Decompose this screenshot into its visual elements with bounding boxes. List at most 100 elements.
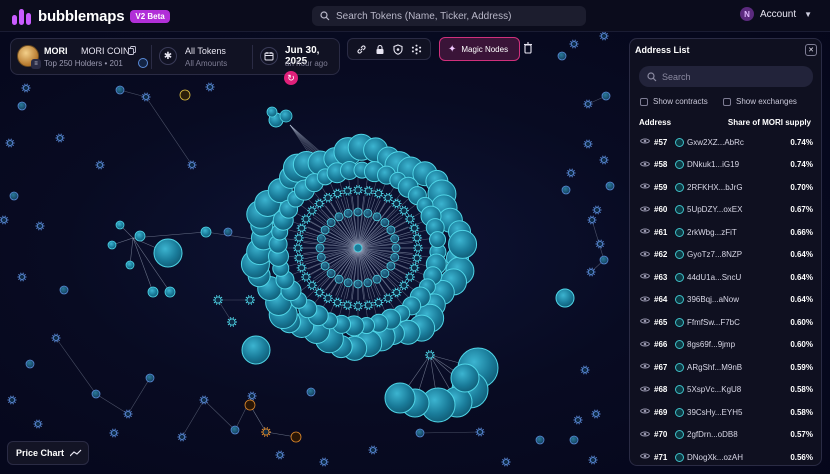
holder-address[interactable]: 5XspVc...KgU8	[687, 385, 741, 394]
table-row[interactable]: #58 DNkuk1...iG19 0.74%	[630, 154, 821, 177]
holder-bubble[interactable]	[429, 231, 447, 249]
contract-node[interactable]	[398, 205, 409, 216]
contract-node[interactable]	[51, 333, 61, 343]
contract-node[interactable]	[187, 160, 197, 170]
contract-node[interactable]	[245, 295, 255, 305]
holder-bubble[interactable]	[599, 255, 609, 265]
holder-address[interactable]: 2rkWbg...zFiT	[687, 228, 737, 237]
contract-node[interactable]	[412, 233, 423, 243]
trash-icon[interactable]	[521, 40, 534, 56]
contract-node[interactable]	[17, 272, 27, 282]
holder-bubble[interactable]	[91, 389, 101, 399]
contract-node[interactable]	[580, 365, 590, 375]
holder-bubble[interactable]	[448, 229, 478, 259]
contract-node[interactable]	[296, 223, 307, 234]
holder-bubble[interactable]	[557, 51, 567, 61]
eye-icon[interactable]	[640, 137, 650, 145]
contract-node[interactable]	[373, 297, 384, 308]
contract-node[interactable]	[583, 99, 593, 109]
holder-bubble[interactable]	[134, 230, 146, 242]
holder-bubble[interactable]	[326, 269, 336, 278]
holder-bubble[interactable]	[326, 218, 336, 227]
highlighted-holder-bubble[interactable]	[244, 399, 256, 411]
table-row[interactable]: #62 GyoTz7...8NZP 0.64%	[630, 244, 821, 267]
holder-address[interactable]: 2gfDrn...oDB8	[687, 430, 738, 439]
contract-node[interactable]	[296, 262, 307, 273]
holder-bubble[interactable]	[153, 238, 183, 268]
holder-bubble[interactable]	[561, 185, 571, 195]
contract-node[interactable]	[475, 427, 485, 437]
holder-bubble[interactable]	[353, 207, 363, 217]
contract-node[interactable]	[383, 293, 393, 304]
highlighted-holder-bubble[interactable]	[290, 431, 302, 443]
holder-address[interactable]: GyoTz7...8NZP	[687, 250, 742, 259]
table-row[interactable]: #70 2gfDrn...oDB8 0.57%	[630, 424, 821, 447]
checkbox-box[interactable]	[640, 97, 648, 106]
checkbox-box[interactable]	[723, 97, 731, 106]
sparkle-icon[interactable]	[410, 42, 424, 56]
holder-bubble[interactable]	[17, 101, 27, 111]
holder-bubble[interactable]	[315, 243, 325, 253]
holder-address[interactable]: 39CsHy...EYH5	[687, 408, 742, 417]
highlighted-holder-bubble[interactable]	[179, 89, 191, 101]
holder-address[interactable]: 8gs69f...9jmp	[687, 340, 735, 349]
contract-node[interactable]	[592, 205, 602, 215]
holder-bubble[interactable]	[386, 261, 396, 271]
contract-node[interactable]	[205, 82, 215, 92]
holder-bubble[interactable]	[363, 278, 373, 288]
holder-bubble[interactable]	[601, 91, 611, 101]
contract-node[interactable]	[109, 428, 119, 438]
holder-bubble[interactable]	[25, 359, 35, 369]
holder-bubble[interactable]	[353, 243, 363, 253]
contract-node[interactable]	[7, 395, 17, 405]
contract-node[interactable]	[5, 138, 15, 148]
table-row[interactable]: #64 396Bqj...aNow 0.64%	[630, 289, 821, 312]
holder-address[interactable]: 44dU1a...SncU	[687, 273, 741, 282]
contract-node[interactable]	[141, 92, 151, 102]
contract-node[interactable]	[404, 272, 415, 282]
price-chart-button[interactable]: Price Chart	[7, 441, 89, 465]
table-row[interactable]: #69 39CsHy...EYH5 0.58%	[630, 401, 821, 424]
contract-node[interactable]	[332, 297, 343, 308]
contract-node[interactable]	[293, 243, 303, 253]
holder-bubble[interactable]	[266, 106, 278, 118]
holder-bubble[interactable]	[316, 234, 326, 244]
contract-node[interactable]	[413, 243, 423, 253]
contract-node[interactable]	[323, 192, 333, 203]
shield-icon[interactable]	[391, 42, 405, 56]
holder-bubble[interactable]	[223, 227, 233, 237]
account-menu[interactable]: N Account ▼	[740, 7, 812, 21]
holder-address[interactable]: ARgShf...M9nB	[687, 363, 742, 372]
contract-node[interactable]	[55, 133, 65, 143]
holder-bubble[interactable]	[306, 387, 316, 397]
holder-bubble[interactable]	[353, 279, 363, 289]
contract-node[interactable]	[21, 83, 31, 93]
contract-node[interactable]	[588, 455, 598, 465]
holder-bubble[interactable]	[147, 286, 159, 298]
holder-address[interactable]: DNkuk1...iG19	[687, 160, 739, 169]
contract-node[interactable]	[301, 272, 312, 282]
contract-node[interactable]	[323, 293, 333, 304]
contract-node[interactable]	[404, 214, 415, 224]
holder-bubble[interactable]	[363, 208, 373, 218]
holder-bubble[interactable]	[145, 373, 155, 383]
holder-bubble[interactable]	[380, 218, 390, 227]
table-row[interactable]: #68 5XspVc...KgU8 0.58%	[630, 379, 821, 402]
contract-node[interactable]	[307, 205, 318, 216]
holder-bubble[interactable]	[334, 212, 344, 222]
holder-address[interactable]: 2RFKHX...bJrG	[687, 183, 743, 192]
holder-bubble[interactable]	[343, 208, 353, 218]
holder-bubble[interactable]	[125, 260, 135, 270]
contract-node[interactable]	[261, 427, 271, 437]
eye-icon[interactable]	[640, 452, 650, 460]
holder-bubble[interactable]	[334, 274, 344, 284]
holder-bubble[interactable]	[415, 428, 425, 438]
holder-bubble[interactable]	[386, 225, 396, 235]
calendar-icon[interactable]	[260, 47, 278, 65]
holder-bubble[interactable]	[555, 288, 575, 308]
contract-node[interactable]	[566, 168, 576, 178]
contract-node[interactable]	[35, 221, 45, 231]
contract-node[interactable]	[583, 139, 593, 149]
all-amounts-icon[interactable]: ✱	[159, 47, 177, 65]
contract-node[interactable]	[368, 445, 378, 455]
